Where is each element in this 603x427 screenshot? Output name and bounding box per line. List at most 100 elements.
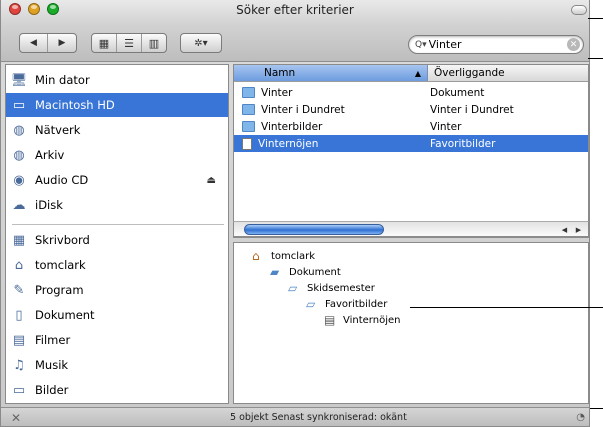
path-item-label: Favoritbilder: [325, 298, 388, 310]
computer-icon: 🖥: [10, 72, 28, 88]
column-name-label: Namn: [264, 67, 296, 79]
finder-window: Söker efter kriterier ◀ ▶ ▦ ☰ ▥ ✲▾ Q▾ ✕ …: [0, 0, 590, 427]
folder-icon: ▱: [306, 297, 316, 311]
column-view-icon: ▥: [148, 36, 160, 50]
sidebar-item-program[interactable]: ✎ Program: [6, 278, 228, 302]
list-view-button[interactable]: ☰: [117, 34, 142, 52]
applications-icon: ✎: [13, 282, 25, 298]
scroll-left-icon[interactable]: ◀: [558, 224, 571, 235]
search-input[interactable]: [428, 38, 569, 51]
cell-name: Vinterbilder: [234, 121, 430, 133]
column-header-name[interactable]: Namn ▲: [234, 65, 428, 81]
file-name: Vinternöjen: [258, 137, 319, 150]
icon-view-button[interactable]: ▦: [92, 34, 117, 52]
action-menu-button[interactable]: ✲▾: [180, 33, 222, 53]
callout-line-bottom: [590, 408, 603, 409]
table-row[interactable]: Vinter i Dundret Vinter i Dundret: [234, 101, 588, 118]
scroll-right-icon[interactable]: ▶: [572, 224, 585, 235]
desktop-icon: ▦: [12, 232, 26, 248]
cd-icon: ◉: [13, 172, 25, 188]
cell-name: Vinter i Dundret: [234, 104, 430, 116]
clear-search-icon[interactable]: ✕: [567, 38, 580, 51]
path-pane: ⌂ tomclark ▰ Dokument ▱ Skidsemester ▱ Favoritb…: [233, 242, 589, 404]
sidebar-item-macintosh-hd[interactable]: ▭ Macintosh HD: [6, 93, 228, 117]
sidebar-item-bilder[interactable]: ▭ Bilder: [6, 378, 228, 402]
folder-icon: ▱: [288, 281, 298, 295]
horizontal-scrollbar[interactable]: ◀ ▶: [233, 221, 589, 237]
sidebar-item-n-tverk[interactable]: ◍ Nätverk: [6, 118, 228, 142]
sidebar-item-label: Filmer: [35, 333, 71, 347]
movies-icon: ▤: [12, 332, 26, 348]
sidebar-item-skrivbord[interactable]: ▦ Skrivbord: [6, 228, 228, 252]
search-field[interactable]: Q▾ ✕: [408, 35, 584, 54]
nav-segment: ◀ ▶: [19, 33, 77, 53]
table-row[interactable]: Vinter Dokument: [234, 84, 588, 101]
archive-disk-icon: ◍: [13, 147, 25, 163]
sidebar-item-dokument[interactable]: ▯ Dokument: [6, 303, 228, 327]
sidebar-item-label: Bilder: [35, 383, 69, 397]
file-icon: [242, 137, 252, 150]
cell-name: Vinter: [234, 87, 430, 99]
sidebar-item-label: Macintosh HD: [35, 98, 115, 112]
path-item[interactable]: ⌂ tomclark: [252, 249, 315, 263]
sidebar-item-label: tomclark: [35, 258, 86, 272]
resize-grip-icon[interactable]: ◔: [576, 412, 585, 423]
path-item-label: Vinternöjen: [343, 314, 401, 326]
music-icon: ♫: [13, 357, 25, 373]
sidebar-item-min-dator[interactable]: 🖥 Min dator: [6, 68, 228, 92]
splitter-icon[interactable]: ✕: [11, 411, 21, 425]
sidebar-item-label: Skrivbord: [35, 233, 90, 247]
table-row[interactable]: Vinternöjen Favoritbilder: [234, 135, 588, 152]
forward-icon: ▶: [58, 38, 66, 48]
status-bar: ✕ 5 objekt Senast synkroniserad: okänt ◔: [1, 407, 589, 426]
sidebar-item-musik[interactable]: ♫ Musik: [6, 353, 228, 377]
column-view-button[interactable]: ▥: [142, 34, 166, 52]
table-row[interactable]: Vinterbilder Vinter: [234, 118, 588, 135]
sidebar-item-tomclark[interactable]: ⌂ tomclark: [6, 253, 228, 277]
window-chrome: Söker efter kriterier ◀ ▶ ▦ ☰ ▥ ✲▾ Q▾ ✕: [1, 0, 589, 62]
search-icon: Q▾: [415, 39, 427, 50]
list-view-icon: ☰: [124, 36, 134, 50]
view-segment: ▦ ☰ ▥: [91, 33, 167, 53]
path-item[interactable]: ▱ Favoritbilder: [306, 297, 387, 311]
folder-icon: [242, 87, 255, 98]
scrollbar-thumb[interactable]: [244, 224, 384, 235]
list-header: Namn ▲ Överliggande: [234, 65, 588, 82]
gear-icon: ✲▾: [194, 37, 208, 49]
sidebar-item-label: Nätverk: [35, 123, 81, 137]
window-title: Söker efter kriterier: [236, 3, 354, 17]
sidebar-item-label: Arkiv: [35, 148, 65, 162]
cell-parent: Favoritbilder: [430, 137, 496, 150]
file-name: Vinter: [261, 86, 293, 99]
sidebar-item-audio-cd[interactable]: ◉ Audio CD ⏏: [6, 168, 228, 192]
cell-parent: Vinter: [430, 120, 462, 133]
callout-line-top: [588, 18, 603, 19]
column-header-parent[interactable]: Överliggande: [428, 65, 588, 81]
results-list: Namn ▲ Överliggande Vinter Dokument Vinter…: [233, 64, 589, 238]
hard-disk-icon: ▭: [12, 97, 26, 113]
path-item[interactable]: ▱ Skidsemester: [288, 281, 375, 295]
status-text: 5 objekt Senast synkroniserad: okänt: [230, 412, 407, 423]
eject-icon[interactable]: ⏏: [207, 175, 216, 186]
toolbar-toggle-button[interactable]: [571, 5, 587, 15]
sidebar-item-idisk[interactable]: ☁ iDisk: [6, 193, 228, 217]
network-icon: ◍: [13, 122, 25, 138]
document-icon: ▯: [15, 307, 23, 323]
cell-name: Vinternöjen: [234, 137, 430, 150]
sidebar-item-label: Min dator: [35, 73, 90, 87]
folder-icon: [242, 104, 255, 115]
sidebar-item-filmer[interactable]: ▤ Filmer: [6, 328, 228, 352]
back-button[interactable]: ◀: [20, 34, 48, 52]
sidebar-item-arkiv[interactable]: ◍ Arkiv: [6, 143, 228, 167]
path-item-label: Skidsemester: [307, 282, 375, 294]
file-name: Vinterbilder: [261, 120, 323, 133]
path-item[interactable]: ▤ Vinternöjen: [324, 313, 400, 327]
document-folder-icon: ▰: [270, 265, 280, 279]
home-icon: ⌂: [14, 257, 24, 273]
path-item[interactable]: ▰ Dokument: [270, 265, 341, 279]
sidebar-divider: [12, 224, 224, 225]
sort-ascending-icon: ▲: [414, 68, 421, 78]
cell-parent: Dokument: [430, 86, 485, 99]
cell-parent: Vinter i Dundret: [430, 103, 514, 116]
forward-button[interactable]: ▶: [48, 34, 76, 52]
